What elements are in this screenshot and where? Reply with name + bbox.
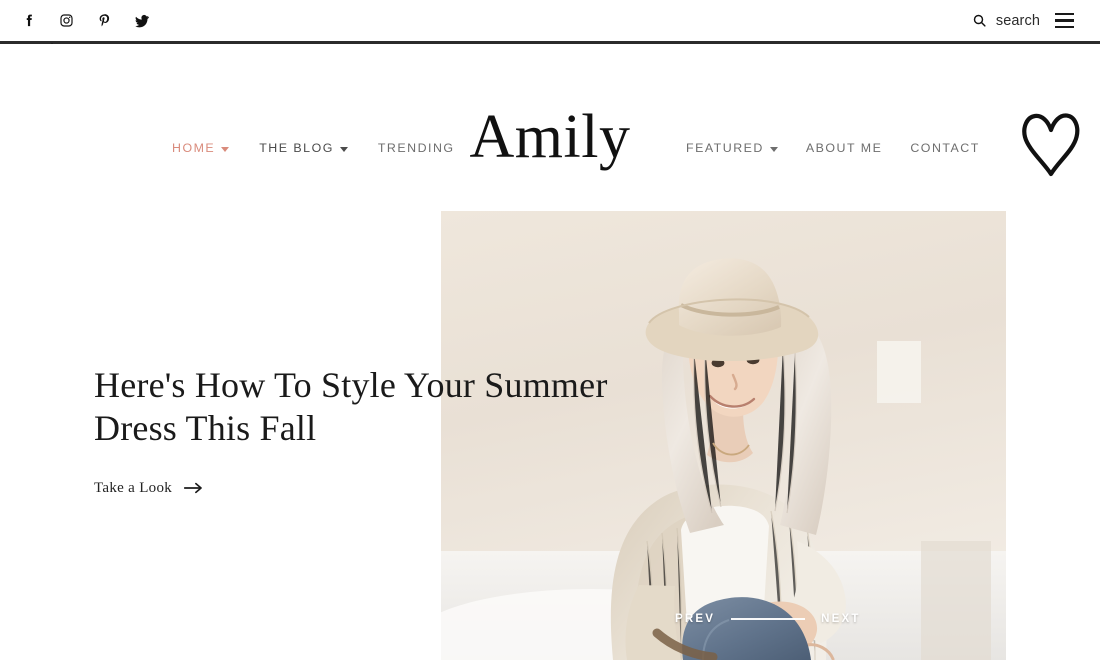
- chevron-down-icon: [769, 146, 778, 152]
- hero-headline: Here's How To Style Your Summer Dress Th…: [94, 365, 608, 448]
- heart-icon: [1018, 108, 1084, 180]
- slider-next-button[interactable]: NEXT: [821, 613, 860, 625]
- slider-track: [731, 618, 806, 620]
- nav-label: HOME: [172, 141, 216, 155]
- twitter-icon[interactable]: [134, 13, 150, 29]
- hamburger-bar: [1055, 13, 1074, 16]
- nav-label: FEATURED: [686, 141, 764, 155]
- nav-label: CONTACT: [910, 141, 980, 155]
- hamburger-bar: [1055, 19, 1074, 22]
- nav-item-the-blog[interactable]: THE BLOG: [259, 141, 348, 155]
- hero-copy: Here's How To Style Your Summer Dress Th…: [94, 364, 614, 497]
- search-icon: [973, 14, 986, 27]
- site-logo: Amily: [0, 106, 1100, 168]
- arrow-right-icon: [184, 482, 202, 494]
- top-utility-bar: search: [0, 0, 1100, 41]
- primary-nav-left: HOME THE BLOG TRENDING: [172, 141, 455, 155]
- social-links: [14, 13, 150, 29]
- facebook-icon[interactable]: [20, 13, 36, 29]
- hamburger-menu-icon[interactable]: [1055, 13, 1074, 28]
- chevron-down-icon: [339, 146, 348, 152]
- search-button[interactable]: search: [972, 13, 1040, 29]
- slider-prev-button[interactable]: PREV: [675, 613, 715, 625]
- hero-section: Here's How To Style Your Summer Dress Th…: [0, 184, 1100, 660]
- top-bar-actions: search: [972, 13, 1082, 29]
- hamburger-bar: [1055, 25, 1074, 28]
- chevron-down-icon: [221, 146, 230, 152]
- nav-item-contact[interactable]: CONTACT: [910, 141, 979, 155]
- nav-label: THE BLOG: [259, 141, 334, 155]
- brand-title: Amily: [469, 103, 631, 171]
- slider-controls: PREV NEXT: [675, 613, 861, 625]
- site-header: Amily HOME THE BLOG TRENDING FEATURED AB…: [0, 44, 1100, 184]
- take-a-look-button[interactable]: Take a Look: [94, 480, 203, 497]
- nav-item-trending[interactable]: TRENDING: [378, 141, 455, 155]
- instagram-icon[interactable]: [58, 13, 74, 29]
- search-label: search: [995, 12, 1040, 29]
- nav-label: ABOUT ME: [805, 141, 883, 155]
- nav-item-featured[interactable]: FEATURED: [686, 141, 778, 155]
- nav-item-home[interactable]: HOME: [172, 141, 230, 155]
- hero-cta-label: Take a Look: [94, 479, 173, 496]
- nav-item-about-me[interactable]: ABOUT ME: [806, 141, 883, 155]
- pinterest-icon[interactable]: [96, 13, 112, 29]
- primary-nav-right: FEATURED ABOUT ME CONTACT: [686, 141, 980, 155]
- nav-label: TRENDING: [377, 141, 455, 155]
